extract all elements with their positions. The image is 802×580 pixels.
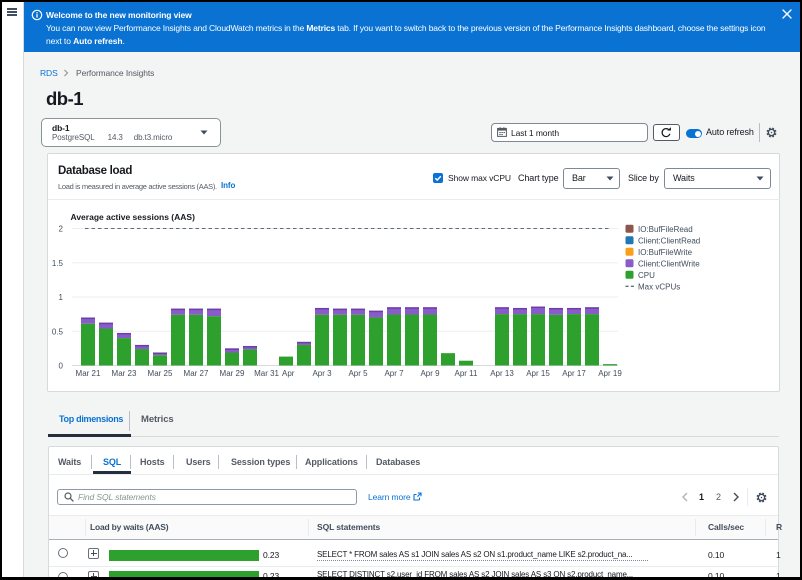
- svg-text:Average active sessions (AAS): Average active sessions (AAS): [71, 212, 196, 222]
- svg-text:Mar 31: Mar 31: [254, 369, 279, 378]
- svg-text:Mar 25: Mar 25: [148, 369, 173, 378]
- svg-text:Client:ClientWrite: Client:ClientWrite: [638, 259, 700, 268]
- svg-text:Apr 3: Apr 3: [312, 369, 332, 378]
- svg-text:IO:BufFileWrite: IO:BufFileWrite: [638, 248, 693, 257]
- svg-text:Mar 27: Mar 27: [184, 369, 209, 378]
- svg-text:Max vCPUs: Max vCPUs: [638, 282, 680, 291]
- svg-text:Apr 5: Apr 5: [348, 369, 368, 378]
- svg-text:CPU: CPU: [638, 271, 655, 280]
- svg-text:0.5: 0.5: [52, 327, 64, 336]
- svg-text:Apr 9: Apr 9: [420, 369, 440, 378]
- svg-text:Apr 19: Apr 19: [598, 369, 622, 378]
- svg-text:2: 2: [59, 225, 64, 234]
- svg-text:0: 0: [59, 362, 64, 371]
- svg-text:1.5: 1.5: [52, 259, 64, 268]
- svg-text:Apr: Apr: [282, 369, 295, 378]
- svg-text:Apr 11: Apr 11: [455, 369, 479, 378]
- svg-text:Client:ClientRead: Client:ClientRead: [638, 236, 700, 245]
- svg-text:IO:BufFileRead: IO:BufFileRead: [638, 225, 693, 234]
- svg-text:Mar 23: Mar 23: [112, 369, 137, 378]
- svg-text:Mar 29: Mar 29: [220, 369, 245, 378]
- svg-text:Apr 15: Apr 15: [526, 369, 550, 378]
- svg-text:1: 1: [59, 293, 64, 302]
- svg-text:Apr 17: Apr 17: [562, 369, 586, 378]
- svg-text:Mar 21: Mar 21: [76, 369, 101, 378]
- svg-text:Apr 7: Apr 7: [384, 369, 404, 378]
- svg-text:Apr 13: Apr 13: [490, 369, 514, 378]
